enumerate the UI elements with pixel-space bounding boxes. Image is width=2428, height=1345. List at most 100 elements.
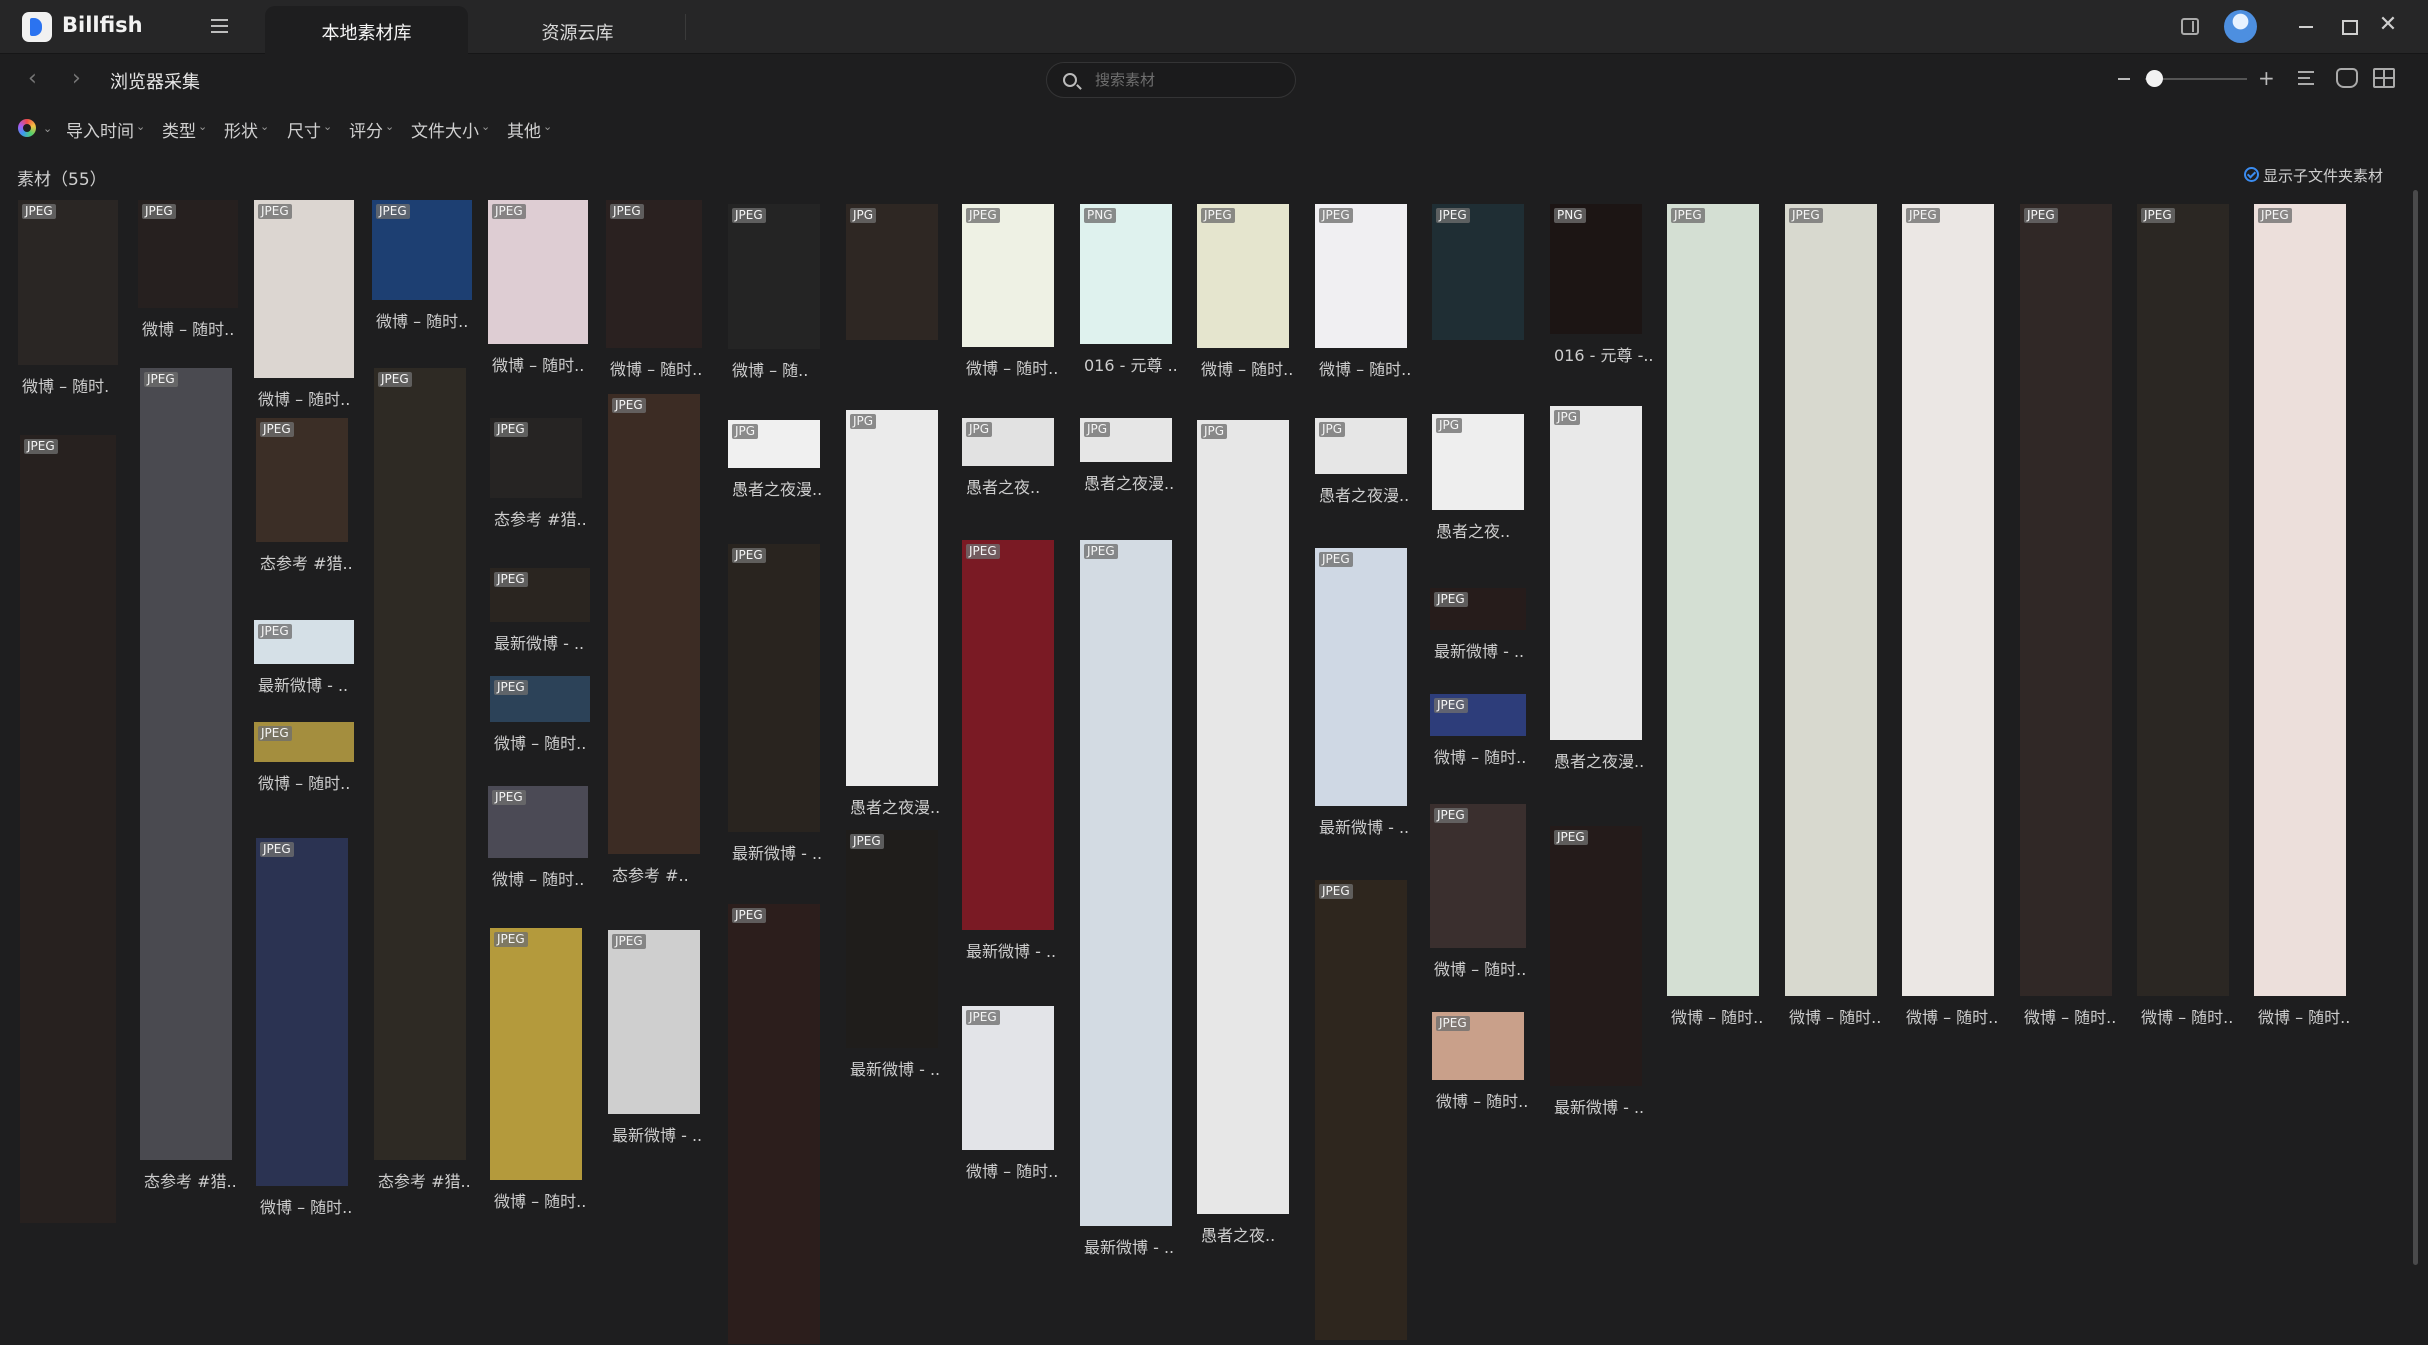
- asset-thumbnail[interactable]: JPEG: [1430, 804, 1526, 948]
- filter-other[interactable]: 其他: [507, 117, 541, 142]
- asset-thumbnail[interactable]: JPEG: [1315, 204, 1407, 348]
- asset-thumbnail[interactable]: JPEG: [1315, 880, 1407, 1340]
- file-type-badge: JPEG: [260, 842, 294, 857]
- zoom-in-icon[interactable]: +: [2258, 68, 2275, 88]
- filter-file-size[interactable]: 文件大小: [411, 117, 479, 142]
- scrollbar[interactable]: [2413, 190, 2418, 1265]
- asset-thumbnail[interactable]: JPEG: [962, 1006, 1054, 1150]
- chevron-down-icon[interactable]: ⌄: [481, 120, 490, 133]
- asset-thumbnail[interactable]: JPEG: [1785, 204, 1877, 996]
- asset-thumbnail[interactable]: JPEG: [2254, 204, 2346, 996]
- asset-thumbnail[interactable]: JPEG: [18, 200, 118, 365]
- layout-icon[interactable]: [2373, 68, 2395, 88]
- asset-thumbnail[interactable]: JPEG: [256, 838, 348, 1186]
- asset-thumbnail[interactable]: JPEG: [728, 204, 820, 349]
- avatar[interactable]: [2224, 10, 2257, 43]
- asset-thumbnail[interactable]: JPEG: [490, 676, 590, 722]
- asset-thumbnail[interactable]: JPEG: [488, 786, 588, 858]
- filter-size[interactable]: 尺寸: [287, 117, 321, 142]
- asset-thumbnail[interactable]: JPEG: [608, 394, 700, 854]
- chevron-down-icon[interactable]: ⌄: [260, 120, 269, 133]
- filter-type[interactable]: 类型: [162, 117, 196, 142]
- asset-thumbnail[interactable]: JPG: [1197, 420, 1289, 1214]
- asset-thumbnail[interactable]: PNG: [1550, 204, 1642, 334]
- asset-thumbnail[interactable]: JPEG: [490, 928, 582, 1180]
- zoom-out-icon[interactable]: [2118, 78, 2130, 80]
- asset-caption: 微博 – 随时.: [22, 377, 110, 396]
- asset-thumbnail[interactable]: JPEG: [962, 204, 1054, 347]
- asset-thumbnail[interactable]: JPEG: [1197, 204, 1289, 348]
- asset-thumbnail[interactable]: JPEG: [490, 418, 582, 498]
- asset-thumbnail[interactable]: JPEG: [254, 620, 354, 664]
- chevron-down-icon[interactable]: ⌄: [543, 120, 552, 133]
- forward-arrow-icon[interactable]: ›: [72, 66, 92, 91]
- asset-thumbnail[interactable]: JPEG: [606, 200, 702, 348]
- asset-thumbnail[interactable]: JPEG: [1667, 204, 1759, 996]
- asset-thumbnail[interactable]: JPEG: [1432, 204, 1524, 340]
- asset-thumbnail[interactable]: JPEG: [490, 568, 590, 622]
- asset-thumbnail[interactable]: JPG: [962, 418, 1054, 466]
- filter-shape[interactable]: 形状: [224, 117, 258, 142]
- asset-thumbnail[interactable]: JPEG: [1315, 548, 1407, 806]
- filter-settings-icon[interactable]: [2296, 68, 2318, 88]
- maximize-icon[interactable]: [2336, 14, 2360, 38]
- asset-thumbnail[interactable]: JPG: [1550, 406, 1642, 740]
- asset-thumbnail[interactable]: JPEG: [372, 200, 472, 300]
- minimize-icon[interactable]: [2294, 14, 2318, 38]
- asset-thumbnail[interactable]: JPEG: [374, 368, 466, 1160]
- tab-cloud-library[interactable]: 资源云库: [470, 6, 685, 54]
- asset-thumbnail[interactable]: JPEG: [1430, 694, 1526, 736]
- asset-thumbnail[interactable]: JPEG: [254, 200, 354, 378]
- asset-caption: 态参考 #猎..: [494, 510, 587, 529]
- asset-thumbnail[interactable]: JPEG: [256, 418, 348, 542]
- chevron-down-icon[interactable]: ⌄: [385, 120, 394, 133]
- asset-thumbnail[interactable]: JPEG: [1080, 540, 1172, 1226]
- asset-thumbnail[interactable]: JPEG: [846, 830, 938, 1048]
- chevron-down-icon[interactable]: ⌄: [323, 120, 332, 133]
- asset-caption: 微博 – 随时..: [258, 390, 351, 409]
- asset-thumbnail[interactable]: JPG: [1315, 418, 1407, 474]
- asset-caption: 最新微博 - ..: [850, 1060, 941, 1079]
- close-icon[interactable]: ✕: [2376, 14, 2400, 38]
- asset-thumbnail[interactable]: JPEG: [1550, 826, 1642, 1086]
- asset-thumbnail[interactable]: JPEG: [608, 930, 700, 1114]
- asset-thumbnail[interactable]: JPEG: [1432, 1012, 1524, 1080]
- asset-thumbnail[interactable]: JPG: [1432, 414, 1524, 510]
- asset-thumbnail[interactable]: JPEG: [20, 435, 116, 1223]
- search-input[interactable]: [1095, 69, 1285, 91]
- asset-thumbnail[interactable]: JPEG: [138, 200, 238, 308]
- asset-caption: 微博 – 随时..: [258, 774, 351, 793]
- file-type-badge: JPEG: [732, 208, 766, 223]
- tab-local-library[interactable]: 本地素材库: [265, 6, 468, 54]
- file-type-badge: JPEG: [2258, 208, 2292, 223]
- asset-thumbnail[interactable]: JPEG: [2020, 204, 2112, 996]
- menu-icon[interactable]: [208, 14, 232, 38]
- filter-import-time[interactable]: 导入时间: [66, 117, 134, 142]
- zoom-slider-handle[interactable]: [2146, 70, 2163, 87]
- file-type-badge: JPEG: [732, 548, 766, 563]
- chevron-down-icon[interactable]: ⌄: [136, 120, 145, 133]
- search-box[interactable]: [1046, 62, 1296, 98]
- filter-rating[interactable]: 评分: [349, 117, 383, 142]
- asset-thumbnail[interactable]: JPEG: [1902, 204, 1994, 996]
- color-filter-icon[interactable]: [18, 119, 36, 137]
- chevron-down-icon[interactable]: ⌄: [43, 122, 52, 135]
- info-panel-icon[interactable]: [2336, 68, 2358, 88]
- asset-thumbnail[interactable]: JPEG: [488, 200, 588, 344]
- file-type-badge: JPG: [1436, 418, 1463, 433]
- asset-thumbnail[interactable]: JPG: [846, 410, 938, 786]
- asset-thumbnail[interactable]: JPEG: [728, 544, 820, 832]
- asset-thumbnail[interactable]: JPEG: [140, 368, 232, 1160]
- chevron-down-icon[interactable]: ⌄: [198, 120, 207, 133]
- asset-thumbnail[interactable]: JPEG: [728, 904, 820, 1344]
- asset-thumbnail[interactable]: PNG: [1080, 204, 1172, 344]
- asset-thumbnail[interactable]: JPG: [1080, 418, 1172, 462]
- asset-thumbnail[interactable]: JPEG: [962, 540, 1054, 930]
- asset-thumbnail[interactable]: JPEG: [2137, 204, 2229, 996]
- asset-thumbnail[interactable]: JPG: [846, 204, 938, 340]
- asset-thumbnail[interactable]: JPEG: [1430, 588, 1526, 630]
- asset-thumbnail[interactable]: JPG: [728, 420, 820, 468]
- back-arrow-icon[interactable]: ‹: [28, 66, 48, 91]
- asset-thumbnail[interactable]: JPEG: [254, 722, 354, 762]
- sidebar-toggle-icon[interactable]: [2181, 18, 2199, 35]
